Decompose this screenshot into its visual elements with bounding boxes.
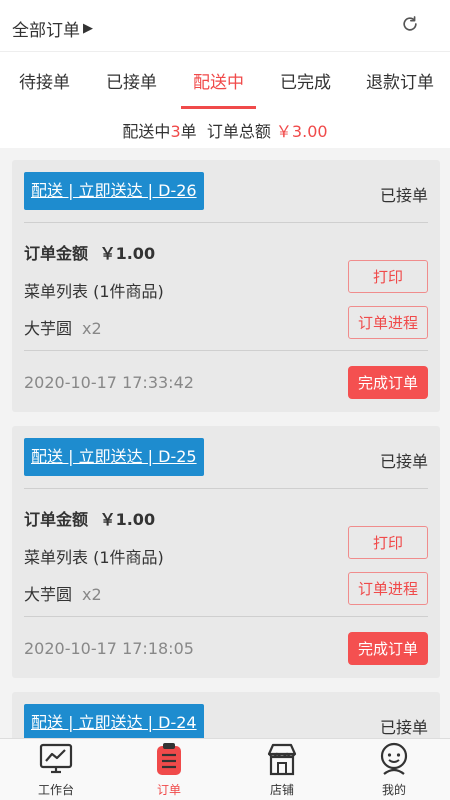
summary-prefix: 配送中: [122, 122, 171, 141]
nav-workbench[interactable]: 工作台: [0, 739, 112, 800]
tab-completed[interactable]: 已完成: [280, 68, 331, 93]
order-type-badge[interactable]: 配送 | 立即送达 | D-26: [24, 172, 204, 210]
order-item: 大芋圆 x2: [24, 315, 102, 339]
summary-count: 3: [170, 122, 181, 141]
order-card: 配送 | 立即送达 | D-25 已接单 订单金额 ￥1.00 菜单列表 (1件…: [12, 426, 440, 678]
order-filter-label: 全部订单: [12, 21, 80, 41]
divider: [24, 350, 428, 351]
bottom-nav: 工作台 订单 店铺 我的: [0, 738, 450, 800]
summary-count-unit: 单: [180, 122, 197, 141]
order-status: 已接单: [379, 452, 428, 471]
user-profile-icon: [380, 742, 408, 775]
order-progress-button[interactable]: 订单进程: [348, 306, 428, 339]
item-name: 大芋圆: [24, 585, 73, 604]
item-name: 大芋圆: [24, 319, 73, 338]
order-clipboard-icon: [157, 743, 181, 775]
active-tab-indicator: [181, 106, 256, 109]
tab-delivering[interactable]: 配送中: [193, 68, 244, 93]
divider: [24, 222, 428, 223]
nav-orders[interactable]: 订单: [113, 739, 225, 800]
store-icon: [267, 743, 297, 776]
order-filter-dropdown[interactable]: 全部订单 ▶: [12, 16, 93, 41]
order-type-badge[interactable]: 配送 | 立即送达 | D-25: [24, 438, 204, 476]
refresh-icon[interactable]: [400, 14, 420, 34]
order-status-tabs: 待接单 已接单 配送中 已完成 退款订单: [0, 52, 450, 110]
order-card: 配送 | 立即送达 | D-26 已接单 订单金额 ￥1.00 菜单列表 (1件…: [12, 160, 440, 412]
tab-pending[interactable]: 待接单: [19, 68, 70, 93]
complete-order-button[interactable]: 完成订单: [348, 632, 428, 665]
order-progress-button[interactable]: 订单进程: [348, 572, 428, 605]
order-amount: 订单金额 ￥1.00: [24, 506, 155, 530]
order-summary: 配送中3单 订单总额 ￥3.00: [0, 118, 450, 142]
order-time: 2020-10-17 17:33:42: [24, 373, 194, 392]
nav-profile[interactable]: 我的: [338, 739, 450, 800]
top-bar: 全部订单 ▶: [0, 0, 450, 52]
order-card: 配送 | 立即送达 | D-24 已接单: [12, 692, 440, 738]
order-item: 大芋圆 x2: [24, 581, 102, 605]
item-qty: x2: [82, 319, 102, 338]
nav-profile-label: 我的: [381, 783, 406, 797]
amount-label: 订单金额: [24, 244, 89, 263]
order-amount: 订单金额 ￥1.00: [24, 240, 155, 264]
amount-value: ￥1.00: [99, 510, 156, 529]
amount-label: 订单金额: [24, 510, 89, 529]
order-status: 已接单: [379, 718, 428, 737]
print-button[interactable]: 打印: [348, 260, 428, 293]
nav-orders-label: 订单: [156, 783, 181, 797]
menu-list-label: 菜单列表 (1件商品): [24, 548, 164, 567]
order-status: 已接单: [379, 186, 428, 205]
divider: [24, 616, 428, 617]
item-qty: x2: [82, 585, 102, 604]
print-button[interactable]: 打印: [348, 526, 428, 559]
nav-workbench-label: 工作台: [37, 783, 74, 797]
order-time: 2020-10-17 17:18:05: [24, 639, 194, 658]
nav-store-label: 店铺: [269, 783, 294, 797]
nav-store[interactable]: 店铺: [226, 739, 338, 800]
dashboard-chart-icon: [39, 743, 73, 774]
order-type-badge[interactable]: 配送 | 立即送达 | D-24: [24, 704, 204, 738]
divider: [24, 488, 428, 489]
menu-list-label: 菜单列表 (1件商品): [24, 282, 164, 301]
filter-arrow-icon: ▶: [83, 21, 93, 36]
order-list[interactable]: 配送 | 立即送达 | D-26 已接单 订单金额 ￥1.00 菜单列表 (1件…: [0, 148, 450, 738]
summary-total-label: 订单总额: [206, 122, 271, 141]
tab-accepted[interactable]: 已接单: [106, 68, 157, 93]
complete-order-button[interactable]: 完成订单: [348, 366, 428, 399]
amount-value: ￥1.00: [99, 244, 156, 263]
summary-total-value: ￥3.00: [275, 122, 328, 141]
tab-refund[interactable]: 退款订单: [366, 68, 434, 93]
